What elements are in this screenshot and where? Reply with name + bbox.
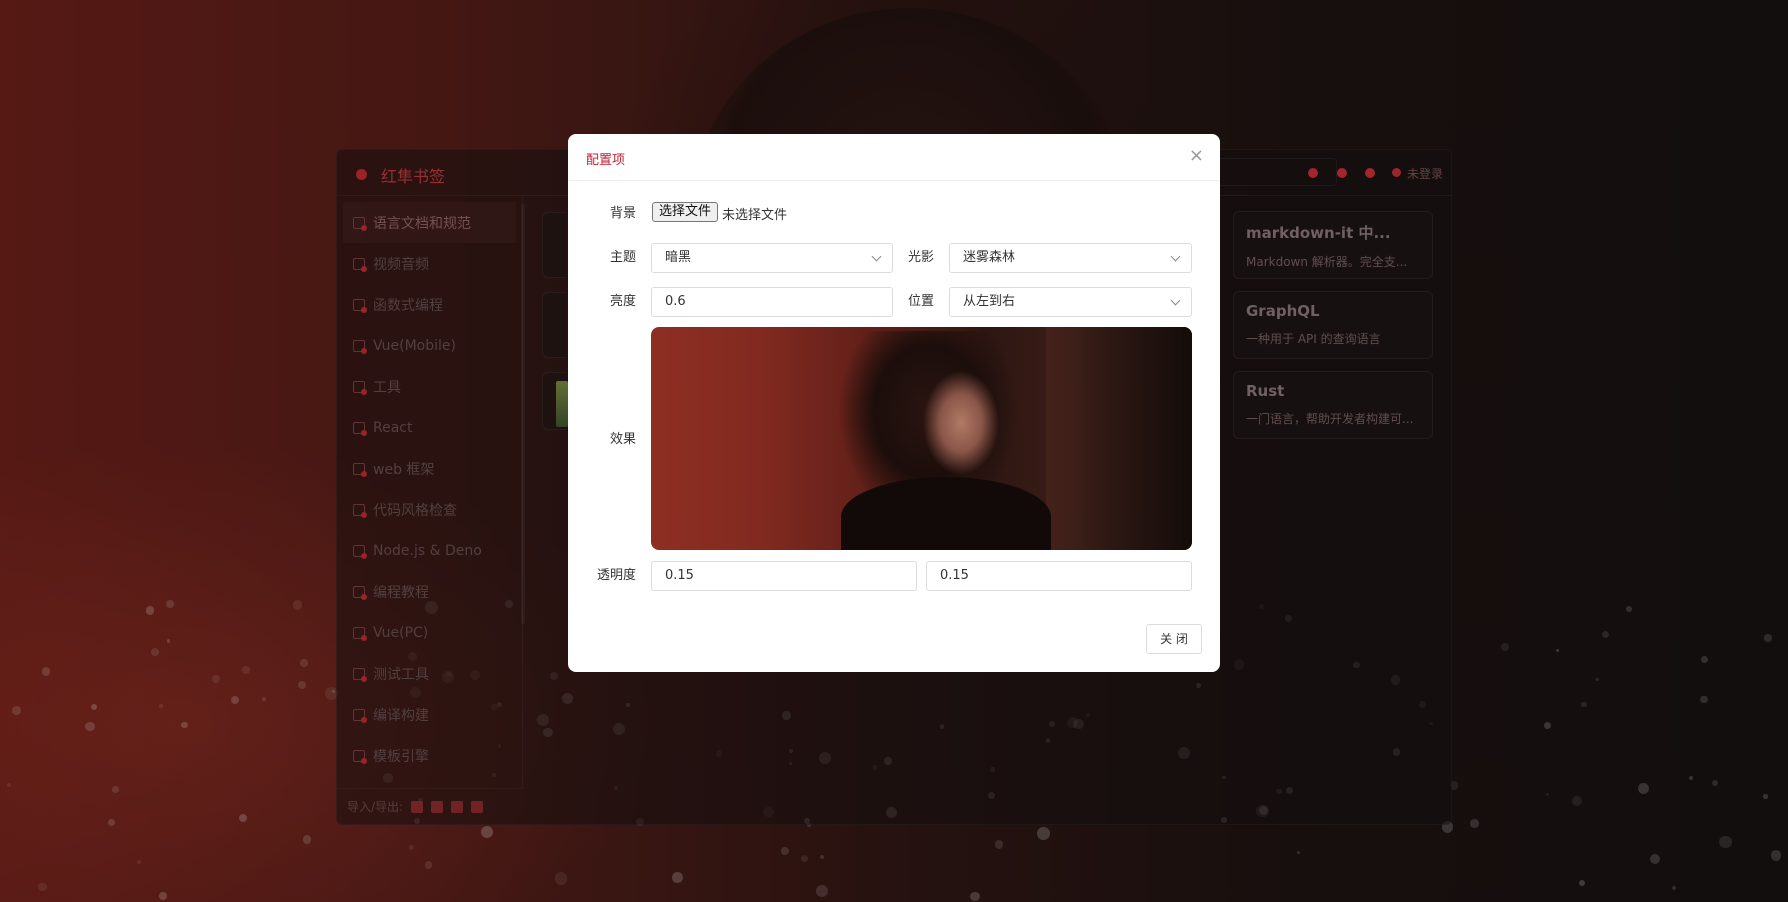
modal-header: 配置项 × [568, 134, 1220, 181]
file-status: 未选择文件 [722, 208, 788, 223]
light-select[interactable]: 迷雾森林 [949, 243, 1192, 273]
theme-label: 主题 [609, 250, 636, 265]
close-button[interactable]: 关 闭 [1146, 624, 1202, 654]
light-label: 光影 [907, 250, 934, 265]
position-select-value: 从左到右 [963, 294, 1016, 309]
brightness-label: 亮度 [609, 294, 636, 309]
brightness-value: 0.6 [665, 294, 686, 309]
opacity-value-2: 0.15 [940, 568, 969, 583]
preview-body [841, 477, 1051, 550]
brightness-input[interactable]: 0.6 [651, 287, 893, 317]
opacity-input-1[interactable]: 0.15 [651, 561, 917, 591]
theme-select-value: 暗黑 [665, 250, 692, 265]
effect-label: 效果 [609, 432, 636, 447]
chevron-down-icon [1170, 251, 1181, 262]
config-modal: 配置项 × 背景 选择文件 未选择文件 主题 暗黑 光影 迷雾森林 亮度 0.6… [568, 134, 1220, 672]
position-label: 位置 [907, 294, 934, 309]
theme-select[interactable]: 暗黑 [651, 243, 893, 273]
close-icon[interactable]: × [1189, 146, 1204, 166]
opacity-label: 透明度 [596, 568, 636, 583]
light-select-value: 迷雾森林 [963, 250, 1016, 265]
choose-file-button[interactable]: 选择文件 [652, 202, 719, 222]
opacity-value-1: 0.15 [665, 568, 694, 583]
opacity-input-2[interactable]: 0.15 [926, 561, 1192, 591]
preview-wall [1046, 327, 1192, 550]
chevron-down-icon [1170, 295, 1181, 306]
position-select[interactable]: 从左到右 [949, 287, 1192, 317]
background-label: 背景 [609, 206, 636, 221]
effect-preview-image [651, 327, 1192, 550]
modal-title: 配置项 [586, 153, 626, 168]
